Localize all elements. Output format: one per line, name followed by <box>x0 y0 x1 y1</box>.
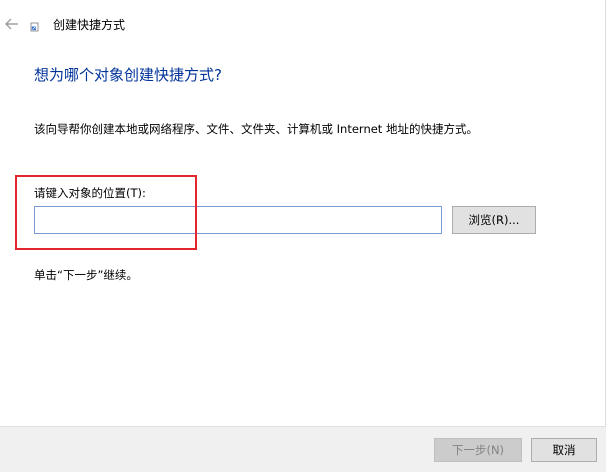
create-shortcut-wizard: 创建快捷方式 想为哪个对象创建快捷方式? 该向导帮你创建本地或网络程序、文件、文… <box>0 0 606 472</box>
location-label: 请键入对象的位置(T): <box>34 186 146 200</box>
page-heading: 想为哪个对象创建快捷方式? <box>34 66 222 84</box>
location-input[interactable] <box>34 206 442 234</box>
continue-hint: 单击“下一步”继续。 <box>34 268 138 282</box>
back-button[interactable] <box>2 14 22 34</box>
wizard-description: 该向导帮你创建本地或网络程序、文件、文件夹、计算机或 Internet 地址的快… <box>34 122 478 136</box>
shortcut-icon <box>30 22 39 32</box>
wizard-footer: 下一步(N) 取消 <box>0 426 606 472</box>
cancel-button[interactable]: 取消 <box>531 438 597 462</box>
title-bar: 创建快捷方式 <box>0 0 606 48</box>
window-title: 创建快捷方式 <box>53 18 126 32</box>
browse-button[interactable]: 浏览(R)... <box>452 206 536 234</box>
back-arrow-icon <box>5 18 18 30</box>
next-button[interactable]: 下一步(N) <box>434 438 522 462</box>
